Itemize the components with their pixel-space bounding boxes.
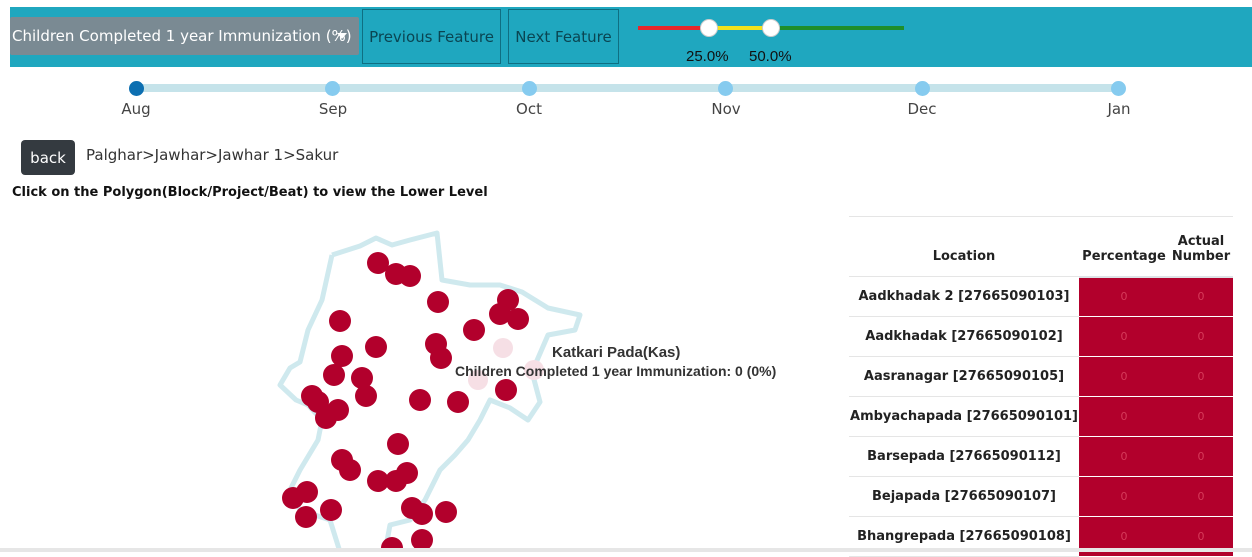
village-marker[interactable] bbox=[396, 462, 418, 484]
month-timeline-track bbox=[136, 84, 1119, 92]
cell-location: Aadkhadak [27665090102] bbox=[849, 316, 1079, 357]
threshold-range-slider[interactable] bbox=[638, 18, 904, 40]
village-marker[interactable] bbox=[463, 319, 485, 341]
cell-percentage: 0 bbox=[1079, 356, 1169, 397]
back-button[interactable]: back bbox=[21, 140, 75, 175]
village-marker[interactable] bbox=[399, 265, 421, 287]
timeline-dot-sep[interactable] bbox=[325, 81, 340, 96]
range-high-label: 50.0% bbox=[749, 48, 792, 65]
table-row[interactable]: Aadkhadak 2 [27665090103] 0 0 bbox=[849, 276, 1233, 317]
table-row[interactable]: Aasranagar [27665090105] 0 0 bbox=[849, 356, 1233, 397]
cell-actual-number: 0 bbox=[1169, 436, 1233, 477]
column-header-actual-line1: Actual bbox=[1177, 233, 1225, 249]
village-marker[interactable] bbox=[320, 499, 342, 521]
cell-percentage: 0 bbox=[1079, 476, 1169, 517]
table-row[interactable]: Aadkhadak [27665090102] 0 0 bbox=[849, 316, 1233, 357]
village-marker[interactable] bbox=[329, 310, 351, 332]
village-marker[interactable] bbox=[447, 391, 469, 413]
timeline-dot-jan[interactable] bbox=[1111, 81, 1126, 96]
range-handle-high[interactable] bbox=[762, 19, 780, 37]
bottom-divider bbox=[0, 548, 1252, 552]
previous-feature-button[interactable]: Previous Feature bbox=[362, 9, 501, 64]
timeline-dot-nov[interactable] bbox=[718, 81, 733, 96]
village-marker[interactable] bbox=[331, 345, 353, 367]
timeline-label-jan[interactable]: Jan bbox=[1107, 100, 1130, 118]
cell-location: Aasranagar [27665090105] bbox=[849, 356, 1079, 397]
cell-location: Bejapada [27665090107] bbox=[849, 476, 1079, 517]
map-tooltip-body: Children Completed 1 year Immunization: … bbox=[455, 363, 777, 379]
cell-actual-number: 0 bbox=[1169, 356, 1233, 397]
village-marker[interactable] bbox=[427, 291, 449, 313]
column-header-actual-number[interactable]: Actual Number bbox=[1169, 216, 1233, 278]
timeline-label-dec[interactable]: Dec bbox=[907, 100, 936, 118]
location-table: Location Percentage Actual Number Aadkha… bbox=[849, 216, 1233, 557]
village-marker[interactable] bbox=[495, 379, 517, 401]
timeline-dot-dec[interactable] bbox=[915, 81, 930, 96]
range-handle-low[interactable] bbox=[700, 19, 718, 37]
caret-down-icon bbox=[337, 33, 347, 39]
village-marker[interactable] bbox=[507, 308, 529, 330]
map-view[interactable] bbox=[0, 215, 840, 552]
range-track-green bbox=[771, 26, 904, 30]
village-marker[interactable] bbox=[387, 433, 409, 455]
cell-actual-number: 0 bbox=[1169, 276, 1233, 317]
timeline-label-oct[interactable]: Oct bbox=[516, 100, 542, 118]
column-header-actual-line2: Number bbox=[1171, 248, 1231, 264]
timeline-label-sep[interactable]: Sep bbox=[319, 100, 347, 118]
village-marker[interactable] bbox=[295, 506, 317, 528]
cell-location: Aadkhadak 2 [27665090103] bbox=[849, 276, 1079, 317]
village-marker[interactable] bbox=[430, 347, 452, 369]
column-header-location[interactable]: Location bbox=[849, 216, 1079, 277]
table-header-row: Location Percentage Actual Number bbox=[849, 216, 1233, 278]
map-tooltip-title: Katkari Pada(Kas) bbox=[552, 344, 681, 361]
timeline-label-nov[interactable]: Nov bbox=[711, 100, 740, 118]
column-header-percentage[interactable]: Percentage bbox=[1079, 216, 1169, 278]
cell-actual-number: 0 bbox=[1169, 476, 1233, 517]
village-marker-highlighted[interactable] bbox=[493, 338, 513, 358]
village-marker[interactable] bbox=[323, 364, 345, 386]
cell-location: Ambyachapada [27665090101] bbox=[849, 396, 1079, 437]
range-low-label: 25.0% bbox=[686, 48, 729, 65]
table-row[interactable]: Bejapada [27665090107] 0 0 bbox=[849, 476, 1233, 517]
table-row[interactable]: Ambyachapada [27665090101] 0 0 bbox=[849, 396, 1233, 437]
feature-select[interactable]: Children Completed 1 year Immunization (… bbox=[10, 17, 359, 55]
timeline-dot-aug[interactable] bbox=[129, 81, 144, 96]
breadcrumb: Palghar>Jawhar>Jawhar 1>Sakur bbox=[86, 146, 339, 164]
cell-location: Barsepada [27665090112] bbox=[849, 436, 1079, 477]
village-marker[interactable] bbox=[355, 385, 377, 407]
village-marker[interactable] bbox=[339, 459, 361, 481]
village-marker[interactable] bbox=[409, 389, 431, 411]
feature-select-label: Children Completed 1 year Immunization (… bbox=[12, 27, 352, 45]
table-row[interactable]: Barsepada [27665090112] 0 0 bbox=[849, 436, 1233, 477]
instruction-text: Click on the Polygon(Block/Project/Beat)… bbox=[12, 185, 488, 200]
village-marker[interactable] bbox=[282, 487, 304, 509]
village-marker[interactable] bbox=[411, 503, 433, 525]
village-marker[interactable] bbox=[315, 407, 337, 429]
next-feature-button[interactable]: Next Feature bbox=[508, 9, 619, 64]
village-marker[interactable] bbox=[365, 336, 387, 358]
cell-percentage: 0 bbox=[1079, 436, 1169, 477]
timeline-label-aug[interactable]: Aug bbox=[121, 100, 150, 118]
cell-percentage: 0 bbox=[1079, 276, 1169, 317]
village-marker[interactable] bbox=[435, 501, 457, 523]
cell-percentage: 0 bbox=[1079, 396, 1169, 437]
cell-percentage: 0 bbox=[1079, 316, 1169, 357]
cell-actual-number: 0 bbox=[1169, 316, 1233, 357]
timeline-dot-oct[interactable] bbox=[522, 81, 537, 96]
cell-actual-number: 0 bbox=[1169, 396, 1233, 437]
